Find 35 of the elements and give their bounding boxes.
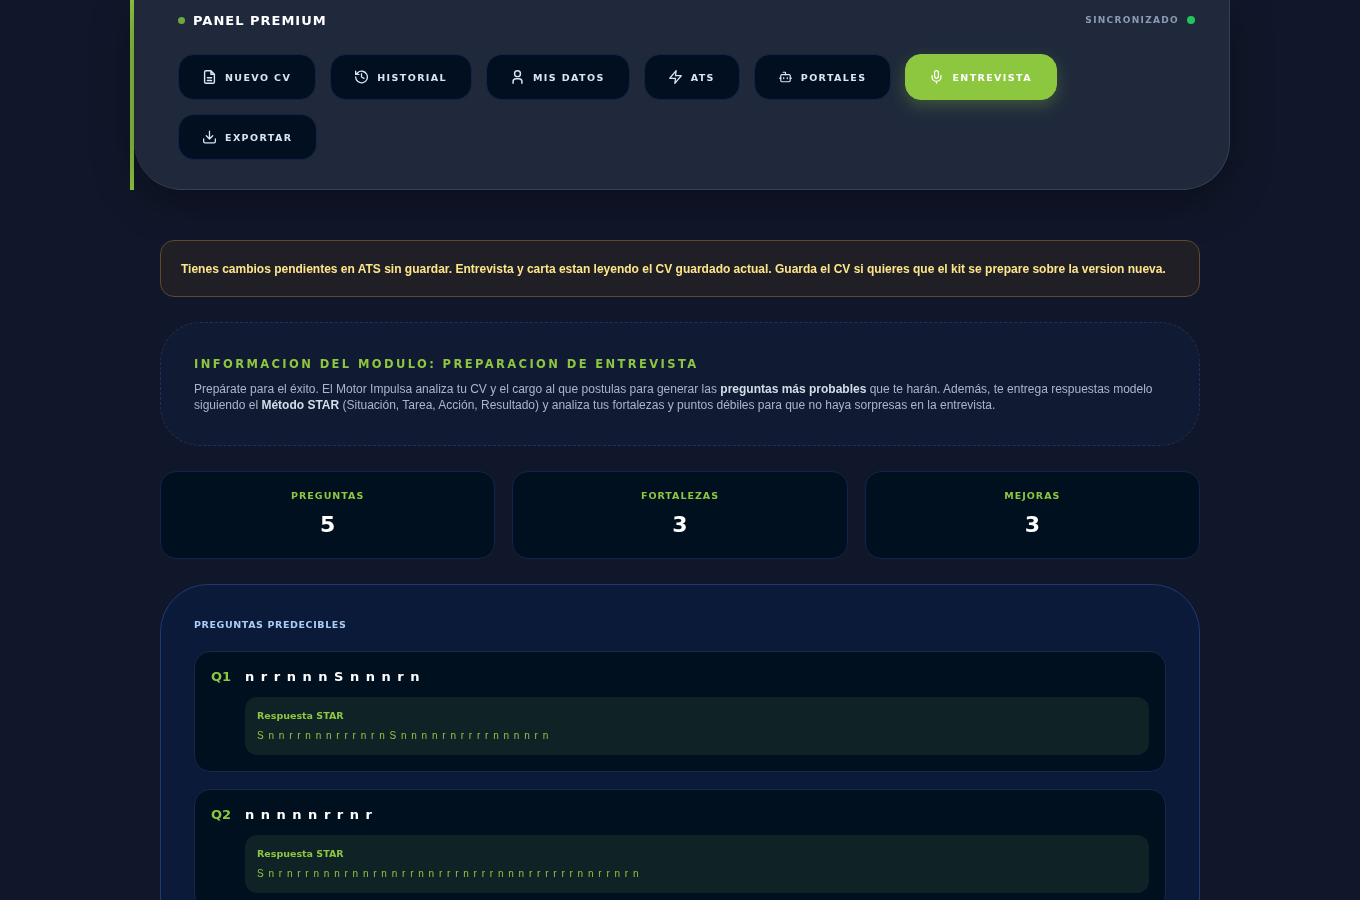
status-dot-icon bbox=[1187, 16, 1195, 24]
nav-button[interactable]: PORTALES bbox=[753, 54, 892, 100]
panel-title: PANEL PREMIUM bbox=[193, 12, 327, 28]
lightning-icon bbox=[668, 70, 682, 84]
answer-label: Respuesta STAR bbox=[257, 848, 345, 859]
nav-button[interactable]: HISTORIAL bbox=[330, 54, 472, 100]
module-info-title: INFORMACION DEL MODULO: PREPARACION DE ENTREVISTA bbox=[194, 357, 700, 371]
stat-label: FORTALEZAS bbox=[640, 490, 720, 501]
nav-button[interactable]: EXPORTAR bbox=[178, 114, 318, 160]
download-icon bbox=[203, 130, 216, 144]
history-icon bbox=[355, 70, 369, 84]
stat-value: 3 bbox=[672, 512, 688, 538]
robot-icon bbox=[778, 70, 792, 84]
document-icon bbox=[203, 70, 216, 84]
question-text: n n n n n r r n r bbox=[245, 807, 373, 822]
user-icon bbox=[511, 70, 524, 84]
sync-status: SINCRONIZADO bbox=[1085, 15, 1179, 25]
nav-button[interactable]: MIS DATOS bbox=[486, 54, 630, 100]
stat-label: MEJORAS bbox=[1004, 490, 1061, 501]
answer-text: S n n r r n n n r r r n r n S n n n n r n r r r r n n n n r n bbox=[257, 730, 551, 741]
question-number: Q2 bbox=[211, 807, 233, 822]
warning-text: Tienes cambios pendientes en ATS sin guardar. Entrevista y carta estan leyendo el CV guardado actual. Guarda el CV si quieres que el kit se prepare sobre la version nueva. bbox=[181, 261, 1166, 276]
question-text: n r r n n n S n n n r n bbox=[245, 669, 421, 684]
microphone-icon bbox=[930, 70, 944, 84]
status-dot-icon bbox=[178, 16, 185, 24]
question-number: Q1 bbox=[211, 669, 233, 684]
stat-label: PREGUNTAS bbox=[291, 490, 365, 501]
nav-button[interactable]: NUEVO CV bbox=[178, 54, 317, 100]
answer-label: Respuesta STAR bbox=[257, 710, 345, 721]
module-info-text: Prepárate para el éxito. El Motor Impulsa analiza tu CV y el cargo al que postulas para generar las preguntas más probables que te harán. Además, te entrega respuestas modelo siguiendo el Método STAR (Situación, Tarea, Acción, Resultado) y analiza tus fortalezas y puntos débiles para que no haya sorpresas en la entrevista. bbox=[194, 381, 1154, 413]
section-title: PREGUNTAS PREDECIBLES bbox=[194, 619, 348, 630]
answer-text: S n r n r r n n n r n n r n n r r n n r r r n r r r n n n r r r r r r n n r r n r n bbox=[257, 868, 641, 879]
stat-value: 3 bbox=[1024, 512, 1040, 538]
stat-value: 5 bbox=[320, 512, 336, 538]
nav-button[interactable]: ATS bbox=[643, 54, 740, 100]
